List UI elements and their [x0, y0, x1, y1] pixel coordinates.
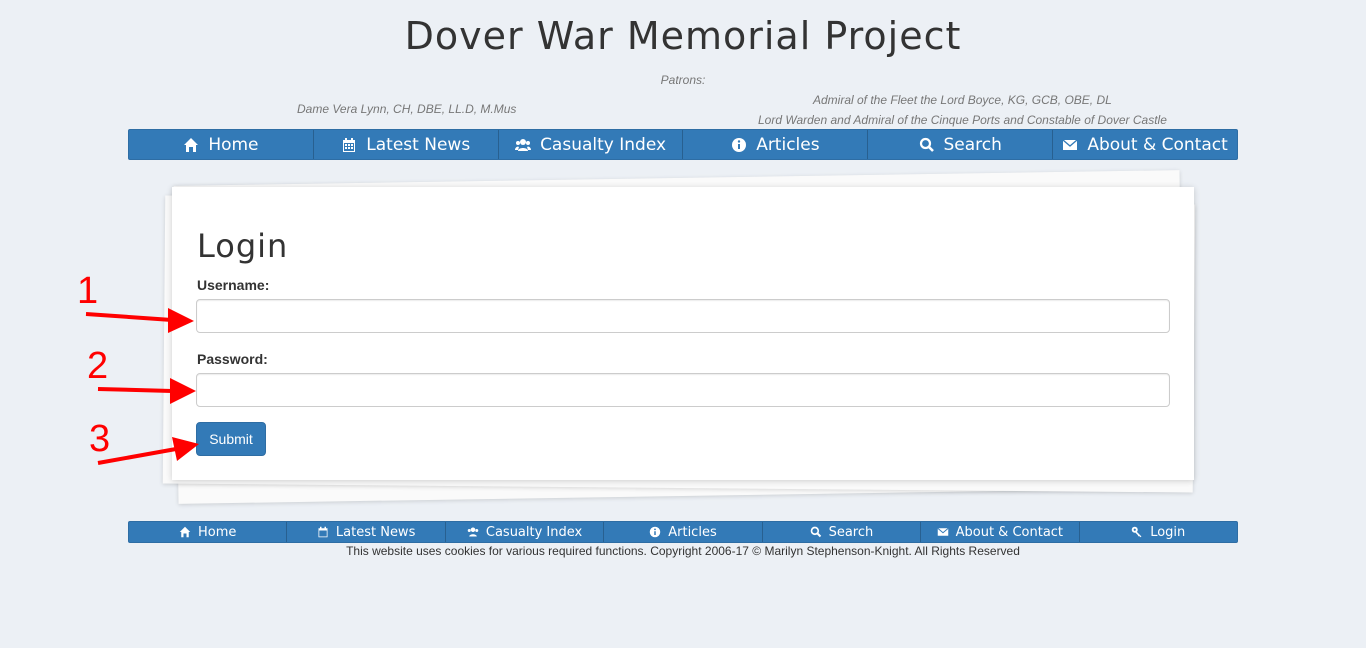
nav-item-label: Articles [756, 134, 820, 155]
footer-item-label: Search [828, 524, 874, 540]
calendar-icon [318, 526, 328, 538]
nav-item-latest-news[interactable]: Latest News [314, 130, 499, 159]
password-input[interactable] [196, 373, 1170, 407]
nav-item-articles[interactable]: Articles [683, 130, 869, 159]
annotation-number-1: 1 [77, 270, 99, 312]
key-icon [1131, 526, 1142, 538]
nav-item-label: Casualty Index [540, 134, 667, 155]
login-title: Login [197, 227, 289, 265]
nav-item-search[interactable]: Search [868, 130, 1054, 159]
annotation-number-3: 3 [89, 418, 111, 460]
footer-item-label: Articles [668, 524, 717, 540]
footer-item-home[interactable]: Home [129, 522, 288, 542]
footer-item-label: Home [198, 524, 237, 540]
patrons-label: Patrons: [660, 73, 706, 87]
nav-item-about-contact[interactable]: About & Contact [1053, 130, 1237, 159]
footer-item-label: Latest News [335, 524, 416, 540]
search-icon [810, 526, 821, 538]
footer-item-articles[interactable]: Articles [604, 522, 763, 542]
calendar-icon [343, 137, 356, 152]
info-icon [732, 137, 747, 152]
footer-item-latest-news[interactable]: Latest News [287, 522, 446, 542]
patron-left: Dame Vera Lynn, CH, DBE, LL.D, M.Mus [297, 102, 517, 116]
login-card [172, 187, 1194, 480]
password-label: Password: [197, 351, 268, 367]
footer-item-search[interactable]: Search [763, 522, 922, 542]
footer-item-login[interactable]: Login [1080, 522, 1237, 542]
users-icon [515, 138, 532, 151]
footer-item-label: Casualty Index [485, 524, 583, 540]
nav-item-casualty-index[interactable]: Casualty Index [499, 130, 684, 159]
username-input[interactable] [196, 299, 1170, 333]
envelope-icon [1062, 139, 1078, 150]
nav-item-home[interactable]: Home [129, 130, 314, 159]
users-icon [467, 527, 479, 537]
annotation-number-2: 2 [87, 345, 109, 387]
copyright-text: This website uses cookies for various re… [346, 544, 1020, 558]
info-icon [649, 526, 661, 538]
nav-item-label: About & Contact [1087, 134, 1228, 155]
home-icon [179, 526, 191, 538]
footer-item-about-contact[interactable]: About & Contact [921, 522, 1080, 542]
patron-right-line1: Admiral of the Fleet the Lord Boyce, KG,… [813, 93, 1112, 107]
footer-navbar: Home Latest News Casualty Index Articles… [128, 521, 1238, 543]
patron-right-line2: Lord Warden and Admiral of the Cinque Po… [758, 113, 1167, 127]
nav-item-label: Home [208, 134, 259, 155]
footer-item-casualty-index[interactable]: Casualty Index [446, 522, 605, 542]
footer-item-label: Login [1150, 524, 1186, 540]
username-label: Username: [197, 277, 270, 293]
nav-item-label: Latest News [366, 134, 471, 155]
envelope-icon [937, 527, 949, 536]
main-navbar: Home Latest News Casualty Index Articles… [128, 129, 1238, 160]
footer-item-label: About & Contact [955, 524, 1064, 540]
home-icon [184, 137, 199, 152]
nav-item-label: Search [943, 134, 1002, 155]
site-title: Dover War Memorial Project [404, 14, 962, 58]
search-icon [919, 137, 934, 152]
submit-button[interactable]: Submit [196, 422, 266, 456]
